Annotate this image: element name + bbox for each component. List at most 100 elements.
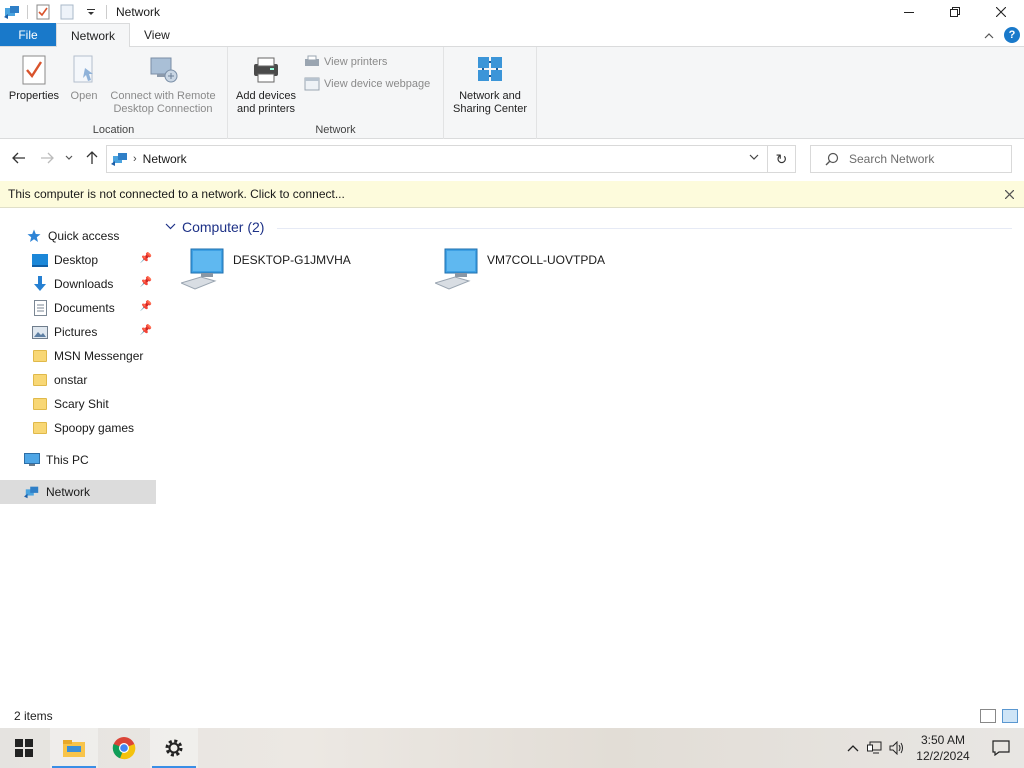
show-hidden-icons-chevron-icon[interactable] — [842, 728, 864, 768]
computer-item[interactable]: DESKTOP-G1JMVHA — [181, 247, 351, 293]
refresh-icon[interactable]: ↻ — [767, 146, 795, 172]
network-tray-icon[interactable] — [864, 728, 886, 768]
settings-taskbar-button[interactable] — [150, 728, 198, 768]
minimize-icon[interactable] — [886, 0, 932, 24]
add-devices-button[interactable]: Add devices and printers — [232, 53, 300, 116]
pin-icon[interactable]: 📌 — [140, 253, 152, 264]
computer-name: DESKTOP-G1JMVHA — [233, 253, 351, 267]
network-app-icon[interactable] — [4, 4, 20, 20]
restore-icon[interactable] — [932, 0, 978, 24]
pin-icon[interactable]: 📌 — [140, 301, 152, 312]
group-header-label: Computer (2) — [182, 219, 265, 235]
properties-button[interactable]: Properties — [6, 53, 62, 103]
search-box[interactable] — [810, 145, 1012, 173]
folder-icon — [32, 420, 48, 436]
back-icon[interactable] — [10, 148, 28, 168]
computer-group-header[interactable]: Computer (2) — [165, 219, 264, 235]
clock[interactable]: 3:50 AM 12/2/2024 — [908, 732, 978, 764]
computer-item[interactable]: VM7COLL-UOVTPDA — [435, 247, 605, 293]
nav-item-label: Documents — [54, 301, 115, 315]
help-icon[interactable]: ? — [1004, 27, 1020, 43]
window-controls — [886, 0, 1024, 24]
remote-desktop-icon — [147, 53, 179, 87]
toolbar-separator — [27, 5, 28, 19]
connect-remote-desktop-button[interactable]: Connect with Remote Desktop Connection — [106, 53, 220, 116]
nav-item-downloads[interactable]: Downloads 📌 — [0, 272, 156, 296]
up-icon[interactable] — [83, 148, 101, 168]
network-sharing-center-button[interactable]: Network and Sharing Center — [446, 53, 534, 116]
folder-icon — [32, 348, 48, 364]
address-dropdown-icon[interactable] — [749, 152, 759, 163]
clock-date: 12/2/2024 — [916, 749, 970, 763]
ribbon-tabs: File Network View ? — [0, 23, 1024, 47]
view-printers-button[interactable]: View printers — [304, 55, 387, 69]
folder-icon — [32, 396, 48, 412]
pictures-icon — [32, 324, 48, 340]
pin-icon[interactable]: 📌 — [140, 277, 152, 288]
network-group: Add devices and printers View printers V… — [228, 47, 444, 139]
tab-file[interactable]: File — [0, 23, 56, 46]
view-device-webpage-button[interactable]: View device webpage — [304, 77, 430, 91]
nav-item-onstar[interactable]: onstar — [0, 368, 156, 392]
network-info-bar[interactable]: This computer is not connected to a netw… — [0, 181, 1024, 208]
status-bar: 2 items — [0, 705, 1024, 727]
view-device-webpage-label: View device webpage — [324, 78, 431, 90]
recent-locations-chevron-icon[interactable] — [63, 148, 75, 168]
toolbar-separator — [106, 5, 107, 19]
clock-time: 3:50 AM — [920, 733, 966, 747]
large-icons-view-icon[interactable] — [1002, 709, 1018, 723]
breadcrumb-network[interactable]: Network — [143, 152, 187, 166]
search-icon — [825, 152, 839, 166]
location-group-label: Location — [92, 124, 135, 136]
start-button[interactable] — [0, 728, 48, 768]
info-bar-close-icon[interactable] — [1004, 186, 1015, 202]
address-bar[interactable]: › Network ↻ — [106, 145, 796, 173]
collapse-ribbon-icon[interactable] — [984, 28, 994, 42]
nav-item-this-pc[interactable]: This PC — [0, 448, 156, 472]
gear-icon — [165, 739, 183, 757]
taskbar: 3:50 AM 12/2/2024 — [0, 728, 1024, 768]
add-devices-label-2: and printers — [236, 103, 296, 115]
search-input[interactable] — [849, 152, 1009, 166]
window-title: Network — [116, 5, 161, 19]
system-tray: 3:50 AM 12/2/2024 — [842, 728, 1024, 768]
new-folder-qat-icon[interactable] — [59, 4, 75, 20]
network-sharing-icon — [474, 53, 506, 87]
properties-qat-icon[interactable] — [35, 4, 51, 20]
nav-item-desktop[interactable]: Desktop 📌 — [0, 248, 156, 272]
volume-icon[interactable] — [886, 728, 908, 768]
nav-item-quick-access[interactable]: Quick access — [0, 224, 156, 248]
computer-icon — [435, 248, 478, 290]
nav-item-pictures[interactable]: Pictures 📌 — [0, 320, 156, 344]
open-button[interactable]: Open — [66, 53, 102, 103]
nav-item-label: This PC — [46, 453, 89, 467]
file-explorer-taskbar-button[interactable] — [50, 728, 98, 768]
nav-item-network[interactable]: Network — [0, 480, 156, 504]
tab-network[interactable]: Network — [56, 23, 131, 47]
forward-icon[interactable] — [38, 148, 56, 168]
nav-item-spoopy-games[interactable]: Spoopy games — [0, 416, 156, 440]
nav-item-label: Downloads — [54, 277, 114, 291]
computer-icon — [24, 452, 40, 468]
details-view-icon[interactable] — [980, 709, 996, 723]
customize-qat-dropdown-icon[interactable] — [83, 4, 99, 20]
content-area: Computer (2) DESKTOP-G1JMVHA VM7COLL-UOV… — [157, 209, 1024, 705]
connect-remote-label-2: Desktop Connection — [113, 103, 213, 115]
pin-icon[interactable]: 📌 — [140, 325, 152, 336]
nav-item-msn-messenger[interactable]: MSN Messenger — [0, 344, 156, 368]
close-icon[interactable] — [978, 0, 1024, 24]
group-divider — [277, 228, 1012, 229]
add-devices-label-1: Add devices — [236, 90, 296, 102]
chrome-taskbar-button[interactable] — [100, 728, 148, 768]
ribbon: Properties Open Connect with Remote Desk… — [0, 47, 1024, 139]
device-webpage-icon — [304, 77, 320, 91]
nav-item-documents[interactable]: Documents 📌 — [0, 296, 156, 320]
nav-item-scary-shit[interactable]: Scary Shit — [0, 392, 156, 416]
breadcrumb-chevron-icon[interactable]: › — [133, 153, 137, 165]
notification-center-icon[interactable] — [978, 728, 1024, 768]
file-explorer-icon — [63, 740, 85, 757]
info-bar-message[interactable]: This computer is not connected to a netw… — [8, 187, 345, 201]
connect-remote-label-1: Connect with Remote — [110, 90, 216, 102]
tab-view[interactable]: View — [130, 23, 184, 46]
group-collapse-chevron-icon[interactable] — [165, 221, 176, 233]
